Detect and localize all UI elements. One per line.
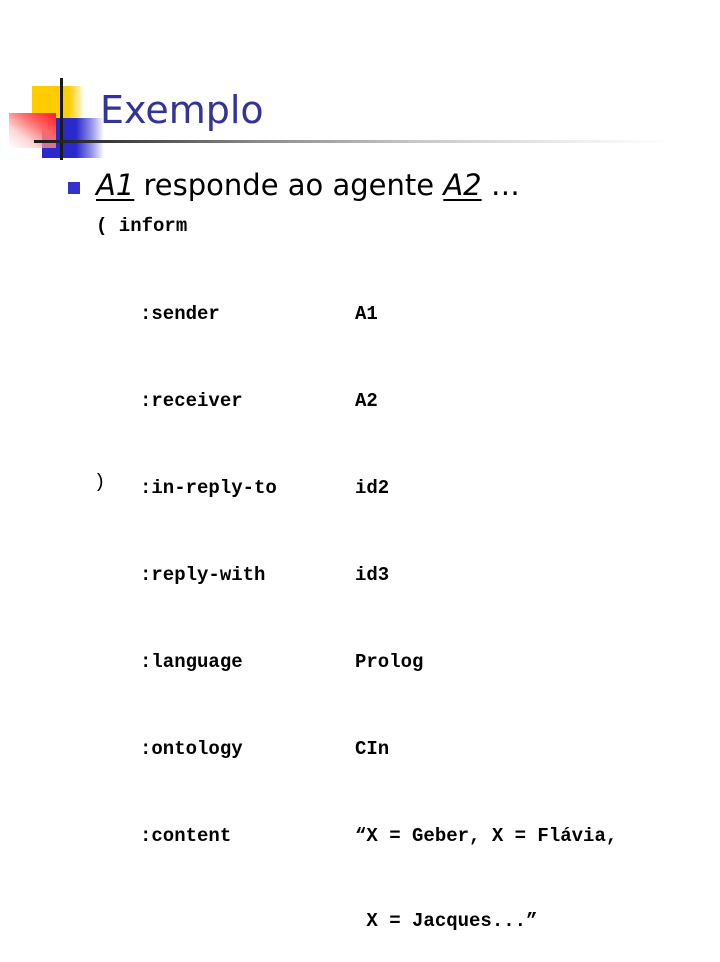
heading-ellipsis: … — [481, 168, 520, 202]
param-content: :content — [140, 825, 232, 847]
logo-vertical-line — [60, 78, 63, 160]
param-in-reply-to: :in-reply-to — [140, 477, 277, 499]
bullet-heading: A1 responde ao agente A2 … — [96, 166, 520, 204]
value-content-continuation: X = Jacques...” — [355, 910, 538, 932]
agent-from: A1 — [96, 168, 135, 202]
slide-title: Exemplo — [100, 88, 264, 132]
title-underline-divider — [34, 140, 674, 143]
param-ontology: :ontology — [140, 738, 243, 760]
message-values: A1 A2 id2 id3 Prolog CIn “X = Geber, X =… — [355, 242, 617, 962]
heading-middle-text: responde ao agente — [134, 168, 444, 202]
value-sender: A1 — [355, 303, 378, 325]
agent-to: A2 — [443, 168, 482, 202]
param-receiver: :receiver — [140, 390, 243, 412]
param-reply-with: :reply-with — [140, 564, 266, 586]
bullet-square-icon — [68, 182, 80, 194]
value-reply-with: id3 — [355, 564, 390, 586]
param-sender: :sender — [140, 303, 220, 325]
value-language: Prolog — [355, 651, 424, 673]
param-language: :language — [140, 651, 243, 673]
message-open: ( inform — [96, 215, 188, 237]
value-receiver: A2 — [355, 390, 378, 412]
value-in-reply-to: id2 — [355, 477, 390, 499]
message-close: ) — [94, 471, 106, 493]
slide-logo-decoration — [0, 0, 110, 170]
message-params: :sender :receiver :in-reply-to :reply-wi… — [140, 242, 277, 880]
value-ontology: CIn — [355, 738, 390, 760]
value-content: “X = Geber, X = Flávia, — [355, 825, 618, 847]
